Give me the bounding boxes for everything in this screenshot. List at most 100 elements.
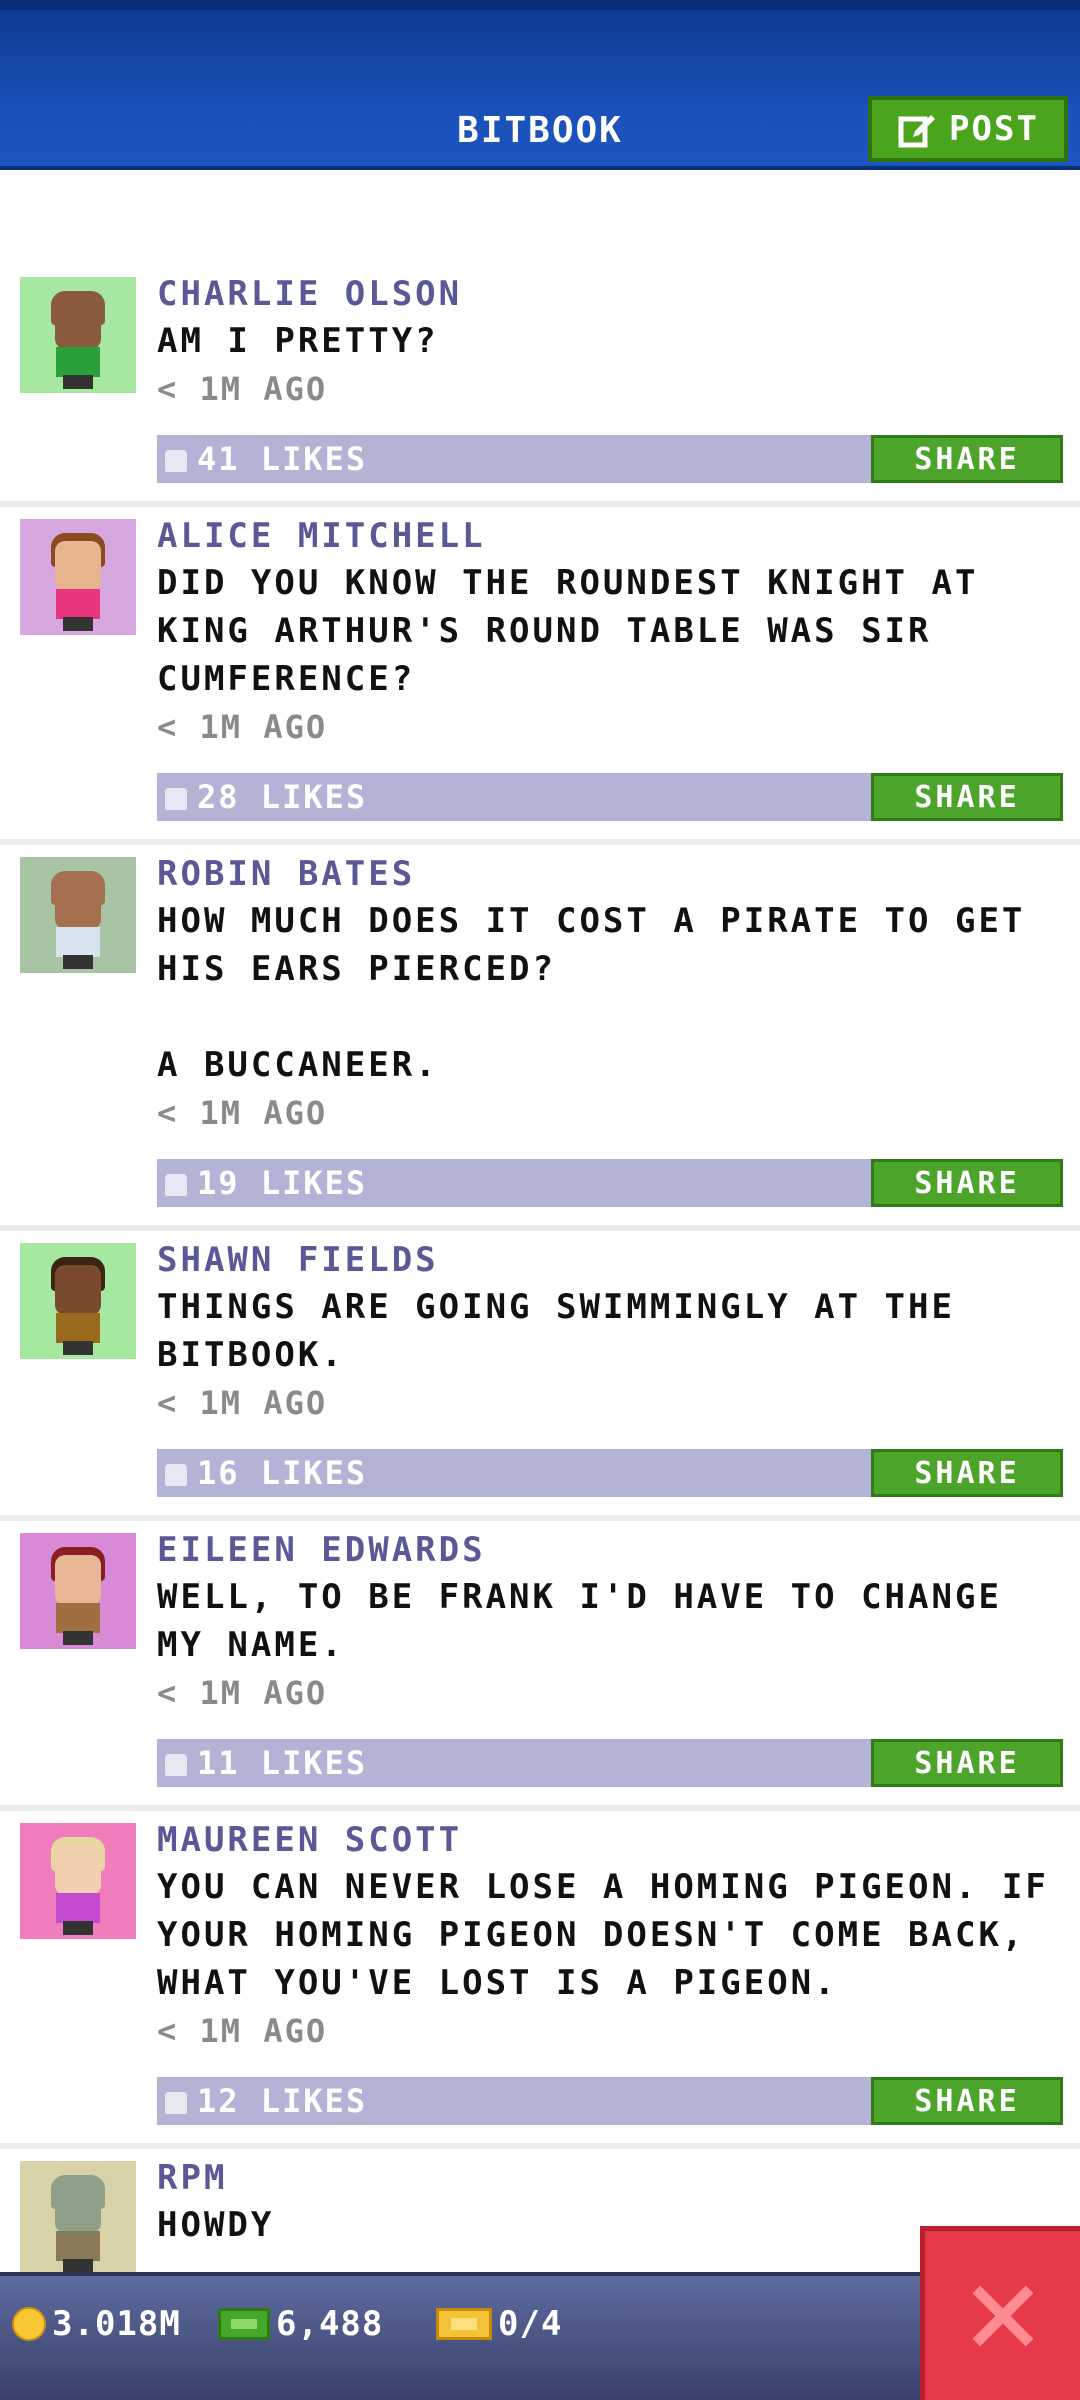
post-message: THINGS ARE GOING SWIMMINGLY AT THE BITBO…	[157, 1287, 979, 1375]
like-button[interactable]: 16 LIKES	[165, 1449, 367, 1497]
feed-list: CHARLIE OLSON AM I PRETTY? < 1M AGO 41 L…	[0, 265, 1080, 2277]
avatar-body	[56, 927, 100, 957]
like-button[interactable]: 12 LIKES	[165, 2077, 367, 2125]
avatar-legs	[63, 1341, 93, 1355]
avatar-body	[56, 1893, 100, 1923]
likes-count: 11 LIKES	[197, 1744, 368, 1782]
avatar[interactable]	[20, 857, 136, 973]
likes-bar: 19 LIKES SHARE	[157, 1159, 1063, 1207]
post-button[interactable]: POST	[868, 96, 1068, 162]
tickets-display: 0/4	[436, 2296, 562, 2352]
post-author[interactable]: ROBIN BATES	[157, 851, 1070, 897]
feed-post: SHAWN FIELDS THINGS ARE GOING SWIMMINGLY…	[0, 1231, 1080, 1521]
bux-display: 6,488	[218, 2296, 383, 2352]
avatar-body	[56, 1603, 100, 1633]
feed-post: RPM HOWDY	[0, 2149, 1080, 2277]
bux-icon	[218, 2308, 270, 2340]
post-author[interactable]: EILEEN EDWARDS	[157, 1527, 1070, 1573]
post-timestamp: < 1M AGO	[157, 2012, 328, 2050]
post-timestamp: < 1M AGO	[157, 708, 328, 746]
likes-count: 16 LIKES	[197, 1454, 368, 1492]
feed-post: EILEEN EDWARDS WELL, TO BE FRANK I'D HAV…	[0, 1521, 1080, 1811]
post-message: AM I PRETTY?	[157, 321, 439, 361]
avatar[interactable]	[20, 2161, 136, 2277]
avatar-legs	[63, 375, 93, 389]
thumbs-up-icon	[165, 2092, 187, 2114]
avatar-legs	[63, 2259, 93, 2273]
close-button[interactable]	[920, 2226, 1080, 2400]
like-button[interactable]: 28 LIKES	[165, 773, 367, 821]
likes-bar: 28 LIKES SHARE	[157, 773, 1063, 821]
avatar-body	[56, 2231, 100, 2261]
avatar-head	[55, 299, 101, 349]
likes-count: 19 LIKES	[197, 1164, 368, 1202]
thumbs-up-icon	[165, 788, 187, 810]
avatar-head	[55, 1555, 101, 1605]
likes-bar: 12 LIKES SHARE	[157, 2077, 1063, 2125]
like-button[interactable]: 11 LIKES	[165, 1739, 367, 1787]
avatar-head	[55, 1845, 101, 1895]
feed-post: MAUREEN SCOTT YOU CAN NEVER LOSE A HOMIN…	[0, 1811, 1080, 2149]
thumbs-up-icon	[165, 1174, 187, 1196]
avatar[interactable]	[20, 1823, 136, 1939]
share-button[interactable]: SHARE	[871, 435, 1063, 483]
share-button[interactable]: SHARE	[871, 1449, 1063, 1497]
post-author[interactable]: RPM	[157, 2155, 1070, 2201]
avatar-legs	[63, 1631, 93, 1645]
post-message: DID YOU KNOW THE ROUNDEST KNIGHT AT KING…	[157, 563, 1002, 699]
feed-post: ROBIN BATES HOW MUCH DOES IT COST A PIRA…	[0, 845, 1080, 1231]
avatar-body	[56, 1313, 100, 1343]
avatar-body	[56, 589, 100, 619]
likes-bar: 41 LIKES SHARE	[157, 435, 1063, 483]
post-author[interactable]: ALICE MITCHELL	[157, 513, 1070, 559]
post-button-label: POST	[949, 109, 1039, 149]
avatar[interactable]	[20, 1533, 136, 1649]
coins-display: 3.018M	[12, 2296, 181, 2352]
coin-icon	[12, 2307, 46, 2341]
avatar-head	[55, 879, 101, 929]
currency-bar: 3.018M 6,488 0/4	[0, 2272, 1080, 2400]
avatar[interactable]	[20, 1243, 136, 1359]
post-author[interactable]: SHAWN FIELDS	[157, 1237, 1070, 1283]
avatar-legs	[63, 617, 93, 631]
avatar[interactable]	[20, 277, 136, 393]
thumbs-up-icon	[165, 1464, 187, 1486]
edit-icon	[898, 115, 936, 148]
share-button[interactable]: SHARE	[871, 1739, 1063, 1787]
likes-count: 41 LIKES	[197, 440, 368, 478]
post-message: HOW MUCH DOES IT COST A PIRATE TO GET HI…	[157, 901, 1026, 1085]
post-message: WELL, TO BE FRANK I'D HAVE TO CHANGE MY …	[157, 1577, 1026, 1665]
likes-count: 28 LIKES	[197, 778, 368, 816]
share-button[interactable]: SHARE	[871, 1159, 1063, 1207]
avatar[interactable]	[20, 519, 136, 635]
coins-value: 3.018M	[52, 2304, 181, 2344]
tickets-value: 0/4	[498, 2304, 563, 2344]
post-timestamp: < 1M AGO	[157, 370, 328, 408]
share-button[interactable]: SHARE	[871, 773, 1063, 821]
avatar-legs	[63, 1921, 93, 1935]
thumbs-up-icon	[165, 450, 187, 472]
avatar-head	[55, 1265, 101, 1315]
avatar-legs	[63, 955, 93, 969]
post-message: YOU CAN NEVER LOSE A HOMING PIGEON. IF Y…	[157, 1867, 1073, 2003]
thumbs-up-icon	[165, 1754, 187, 1776]
post-author[interactable]: MAUREEN SCOTT	[157, 1817, 1070, 1863]
feed-post: CHARLIE OLSON AM I PRETTY? < 1M AGO 41 L…	[0, 265, 1080, 507]
bux-value: 6,488	[276, 2304, 384, 2344]
likes-bar: 11 LIKES SHARE	[157, 1739, 1063, 1787]
avatar-head	[55, 2183, 101, 2233]
avatar-body	[56, 347, 100, 377]
likes-count: 12 LIKES	[197, 2082, 368, 2120]
post-timestamp: < 1M AGO	[157, 1384, 328, 1422]
like-button[interactable]: 19 LIKES	[165, 1159, 367, 1207]
app-header: BITBOOK POST	[0, 0, 1080, 170]
feed-post: ALICE MITCHELL DID YOU KNOW THE ROUNDEST…	[0, 507, 1080, 845]
like-button[interactable]: 41 LIKES	[165, 435, 367, 483]
avatar-head	[55, 541, 101, 591]
post-timestamp: < 1M AGO	[157, 1674, 328, 1712]
share-button[interactable]: SHARE	[871, 2077, 1063, 2125]
post-timestamp: < 1M AGO	[157, 1094, 328, 1132]
likes-bar: 16 LIKES SHARE	[157, 1449, 1063, 1497]
ticket-icon	[436, 2308, 492, 2340]
post-author[interactable]: CHARLIE OLSON	[157, 271, 1070, 317]
